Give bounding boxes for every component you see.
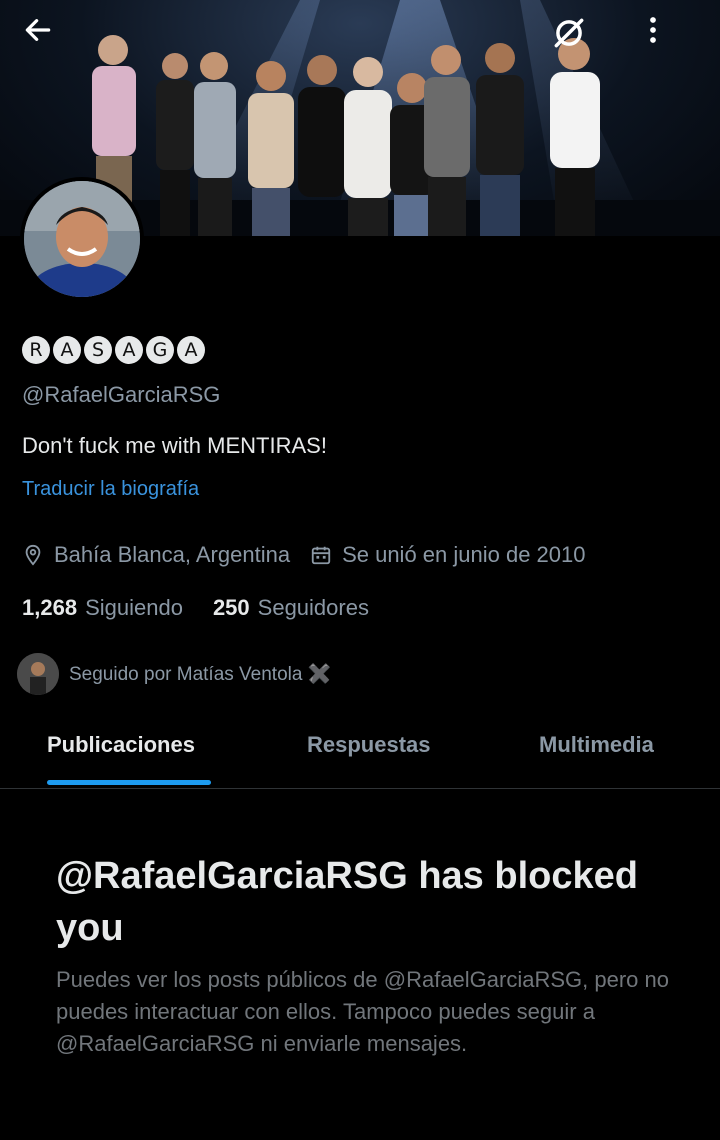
- tab-respuestas[interactable]: Respuestas: [307, 732, 431, 758]
- blocked-title: @RafaelGarciaRSG has blocked you: [56, 855, 638, 949]
- profile-meta: Bahía Blanca, Argentina Se unió en junio…: [22, 542, 606, 568]
- location-pin-icon: [22, 544, 44, 566]
- tab-publicaciones[interactable]: Publicaciones: [47, 732, 195, 758]
- profile-handle: @RafaelGarciaRSG: [22, 382, 221, 407]
- display-name: R A S A G A: [22, 336, 205, 364]
- followers-label[interactable]: Seguidores: [258, 595, 369, 621]
- profile-tabs: Publicaciones Respuestas Multimedia: [0, 710, 720, 789]
- joined-text: Se unió en junio de 2010: [342, 542, 586, 567]
- arrow-left-icon: [25, 19, 51, 41]
- calendar-icon: [310, 544, 332, 566]
- followed-by-row[interactable]: Seguido por Matías Ventola ✖️: [17, 653, 331, 695]
- tab-multimedia[interactable]: Multimedia: [539, 732, 654, 758]
- translate-slash-icon: [554, 18, 584, 48]
- display-name-letter: G: [146, 336, 174, 364]
- avatar-image: [24, 181, 140, 297]
- profile-bio: Don't fuck me with MENTIRAS!: [22, 433, 327, 458]
- display-name-letter: A: [53, 336, 81, 364]
- location-item: Bahía Blanca, Argentina: [22, 542, 290, 568]
- back-button[interactable]: [22, 14, 78, 70]
- translate-toggle-button[interactable]: [550, 14, 606, 70]
- display-name-letter: R: [22, 336, 50, 364]
- display-name-letter: A: [115, 336, 143, 364]
- follower-avatar: [17, 653, 59, 695]
- following-count[interactable]: 1,268: [22, 595, 77, 621]
- profile-avatar[interactable]: [20, 177, 144, 301]
- followers-count[interactable]: 250: [213, 595, 250, 621]
- following-label[interactable]: Siguiendo: [85, 595, 183, 621]
- more-options-button[interactable]: [638, 14, 694, 70]
- more-vertical-icon: [650, 17, 656, 43]
- follow-stats: 1,268 Siguiendo 250 Seguidores: [22, 595, 399, 621]
- display-name-letter: A: [177, 336, 205, 364]
- followed-by-text: Seguido por Matías Ventola ✖️: [69, 664, 332, 685]
- joined-item: Se unió en junio de 2010: [310, 542, 586, 568]
- active-tab-indicator: [47, 780, 211, 785]
- display-name-letter: S: [84, 336, 112, 364]
- translate-bio-link[interactable]: Traducir la biografía: [22, 478, 199, 501]
- blocked-description: Puedes ver los posts públicos de @Rafael…: [56, 967, 669, 1056]
- location-text: Bahía Blanca, Argentina: [54, 542, 291, 567]
